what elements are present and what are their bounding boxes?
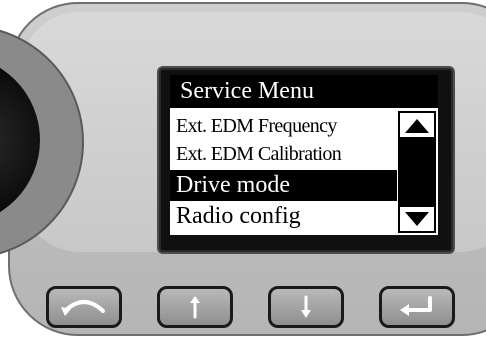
enter-arrow-icon xyxy=(400,296,432,316)
menu-item-ext-edm-frequency[interactable]: Ext. EDM Frequency xyxy=(170,113,397,140)
menu-item-ext-edm-calibration[interactable]: Ext. EDM Calibration xyxy=(170,141,397,168)
triangle-up-icon xyxy=(405,119,429,133)
enter-button[interactable] xyxy=(379,286,455,328)
back-button[interactable] xyxy=(46,286,122,328)
device-panel: Service Menu Ext. EDM Frequency Ext. EDM… xyxy=(0,0,486,337)
menu-list: Ext. EDM Frequency Ext. EDM Calibration … xyxy=(170,110,397,235)
arrow-down-icon xyxy=(301,295,311,318)
arrow-up-icon xyxy=(190,296,200,319)
curved-arrow-icon xyxy=(61,300,105,316)
triangle-down-icon xyxy=(405,212,429,226)
scroll-up-button[interactable] xyxy=(400,113,434,139)
screen-title: Service Menu xyxy=(170,75,438,108)
menu-item-drive-mode[interactable]: Drive mode xyxy=(170,170,397,201)
up-button[interactable] xyxy=(157,286,233,328)
device-body: Service Menu Ext. EDM Frequency Ext. EDM… xyxy=(0,0,486,337)
menu-item-radio-config[interactable]: Radio config xyxy=(170,201,397,232)
lcd-screen: Service Menu Ext. EDM Frequency Ext. EDM… xyxy=(170,75,438,235)
scrollbar[interactable] xyxy=(398,111,436,233)
scroll-down-button[interactable] xyxy=(400,205,434,231)
scroll-thumb[interactable] xyxy=(400,139,434,207)
down-button[interactable] xyxy=(268,286,344,328)
